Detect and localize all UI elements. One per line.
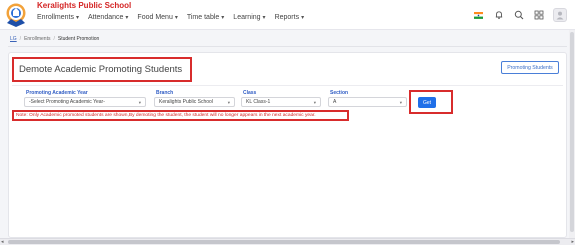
section-label: Section [330, 90, 349, 96]
class-select[interactable]: KL Class-1 ▾ [241, 97, 321, 107]
chevron-down-icon: ▾ [313, 100, 316, 105]
nav-label: Enrollments [37, 14, 74, 21]
page-title-highlight: Demote Academic Promoting Students [12, 57, 192, 82]
breadcrumb-separator: / [53, 36, 55, 42]
breadcrumb-enrollments-link[interactable]: Enrollments [24, 36, 50, 42]
top-navigation-bar: Keralights Public School Enrollments ▾ A… [0, 0, 575, 30]
get-button[interactable]: Get [418, 97, 436, 108]
section-select[interactable]: A ▾ [328, 97, 407, 107]
grid-icon[interactable] [533, 10, 544, 21]
nav-label: Learning [233, 14, 261, 21]
vertical-scrollbar[interactable] [569, 30, 575, 238]
header-divider [8, 46, 567, 47]
promoting-year-label: Promoting Academic Year [26, 90, 88, 96]
branch-value: Keralights Public School [159, 99, 213, 105]
nav-attendance[interactable]: Attendance ▾ [88, 14, 128, 21]
card-divider [12, 85, 563, 86]
promotion-note: Note: Only Academic promoted students ar… [16, 113, 316, 118]
promoting-year-select[interactable]: -Select Promoting Academic Year- ▾ [24, 97, 146, 107]
branch-label: Branch [156, 90, 174, 96]
chevron-down-icon: ▾ [125, 15, 129, 21]
chevron-down-icon: ▾ [138, 100, 141, 105]
chevron-down-icon: ▾ [301, 15, 305, 21]
chevron-down-icon: ▾ [75, 15, 79, 21]
horizontal-scrollbar-thumb[interactable] [8, 240, 560, 244]
nav-reports[interactable]: Reports ▾ [275, 14, 305, 21]
chevron-down-icon: ▾ [174, 15, 178, 21]
vertical-scrollbar-thumb[interactable] [570, 32, 574, 232]
main-nav: Enrollments ▾ Attendance ▾ Food Menu ▾ T… [37, 14, 304, 21]
nav-label: Attendance [87, 14, 124, 21]
nav-time-table[interactable]: Time table ▾ [187, 14, 224, 21]
promoting-students-button[interactable]: Promoting Students [501, 61, 559, 74]
promoting-year-value: -Select Promoting Academic Year- [29, 99, 105, 105]
page-title: Demote Academic Promoting Students [19, 64, 183, 75]
class-label: Class [243, 90, 257, 96]
nav-enrollments[interactable]: Enrollments ▾ [37, 14, 79, 21]
breadcrumb-home-link[interactable]: LG [10, 36, 17, 42]
nav-label: Reports [274, 14, 300, 21]
nav-label: Time table [186, 14, 220, 21]
flag-icon[interactable] [473, 10, 484, 21]
class-value: KL Class-1 [246, 99, 271, 105]
scroll-right-icon[interactable]: ▸ [571, 239, 574, 245]
chevron-down-icon: ▾ [262, 15, 266, 21]
section-value: A [333, 99, 337, 105]
school-logo-icon[interactable] [4, 2, 28, 28]
chevron-down-icon: ▾ [399, 100, 402, 105]
header-actions [473, 8, 567, 22]
chevron-down-icon: ▾ [221, 15, 225, 21]
breadcrumb-separator: / [19, 36, 22, 42]
nav-food-menu[interactable]: Food Menu ▾ [137, 14, 177, 21]
avatar-icon[interactable] [553, 8, 567, 22]
school-name: Keralights Public School [37, 1, 132, 10]
nav-learning[interactable]: Learning ▾ [233, 14, 265, 21]
breadcrumb-current: Student Promotion [57, 36, 100, 42]
horizontal-scrollbar[interactable]: ◂ ▸ [0, 238, 575, 245]
breadcrumb: LG / Enrollments / Student Promotion [10, 36, 99, 42]
branch-select[interactable]: Keralights Public School ▾ [154, 97, 235, 107]
nav-label: Food Menu [137, 14, 173, 21]
bell-icon[interactable] [493, 10, 504, 21]
chevron-down-icon: ▾ [227, 100, 230, 105]
note-highlight: Note: Only Academic promoted students ar… [12, 110, 349, 121]
scroll-left-icon[interactable]: ◂ [1, 239, 4, 245]
search-icon[interactable] [513, 10, 524, 21]
